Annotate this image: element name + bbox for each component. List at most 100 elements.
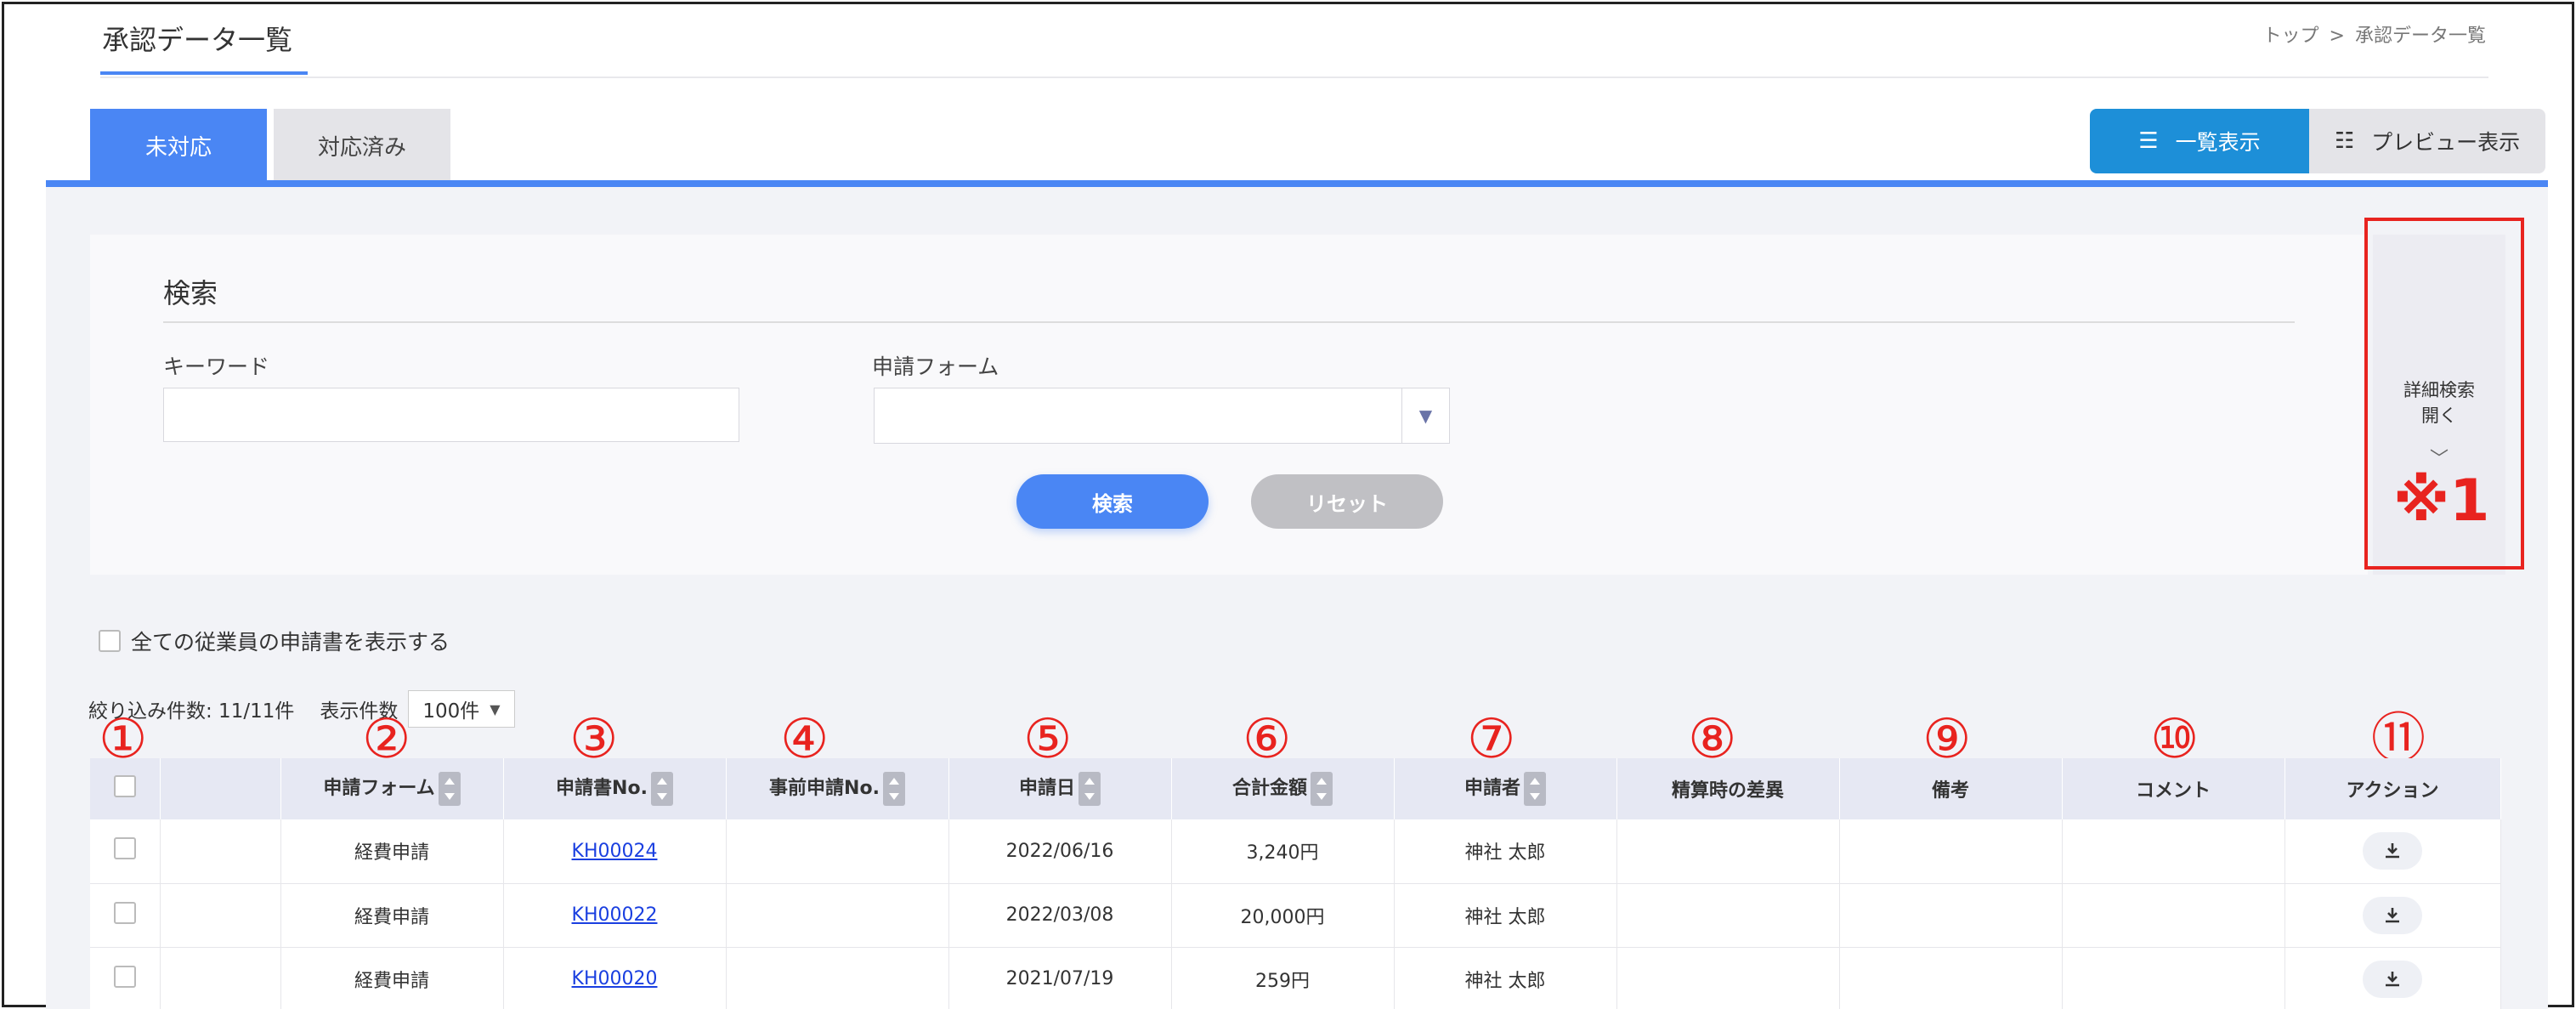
row-checkbox[interactable] bbox=[113, 965, 136, 988]
cell-comment bbox=[2062, 883, 2285, 948]
cell-action bbox=[2284, 947, 2501, 1009]
row-select-cell bbox=[90, 883, 161, 948]
header-label: 申請者 bbox=[1464, 778, 1520, 799]
download-button[interactable] bbox=[2363, 896, 2422, 934]
tab-pending[interactable]: 未対応 bbox=[90, 109, 267, 182]
cell-remarks bbox=[1839, 883, 2063, 948]
table-row: 経費申請 KH00020 2021/07/19 259円 神社 太郎 bbox=[90, 947, 2501, 1009]
sort-icon[interactable] bbox=[438, 772, 461, 806]
table-header-row: 申請フォーム 申請書No. 事前申請No. 申請日 合計金額 申請者 精算時の差… bbox=[90, 758, 2501, 819]
download-button[interactable] bbox=[2363, 832, 2422, 870]
cell-form: 経費申請 bbox=[280, 819, 504, 884]
application-link[interactable]: KH00024 bbox=[572, 841, 658, 862]
caret-down-icon: ▼ bbox=[1401, 388, 1449, 443]
sort-icon[interactable] bbox=[1524, 772, 1546, 806]
per-page-select[interactable]: 100件 ▼ bbox=[408, 690, 515, 728]
header-comment: コメント bbox=[2062, 758, 2285, 819]
row-spacer bbox=[160, 819, 281, 884]
row-checkbox[interactable] bbox=[113, 901, 136, 924]
form-label: 申請フォーム bbox=[872, 354, 999, 379]
breadcrumb: トップ > 承認データ一覧 bbox=[2258, 20, 2491, 48]
header-difference: 精算時の差異 bbox=[1616, 758, 1840, 819]
download-icon bbox=[2386, 907, 2399, 922]
sort-icon[interactable] bbox=[882, 772, 905, 806]
cell-action bbox=[2284, 819, 2501, 884]
detail-search-open-label: 開く bbox=[2421, 405, 2457, 426]
preview-view-button[interactable]: ☷ プレビュー表示 bbox=[2309, 109, 2545, 173]
breadcrumb-separator: > bbox=[2329, 26, 2345, 47]
show-all-employees[interactable]: 全ての従業員の申請書を表示する bbox=[99, 626, 450, 656]
cell-form: 経費申請 bbox=[280, 883, 504, 948]
list-view-button[interactable]: ☰ 一覧表示 bbox=[2090, 109, 2309, 173]
sort-icon[interactable] bbox=[650, 772, 673, 806]
cell-applicant: 神社 太郎 bbox=[1394, 819, 1617, 884]
search-panel: 検索 キーワード 申請フォーム ▼ 検索 リセット bbox=[90, 235, 2368, 575]
search-title: 検索 bbox=[163, 277, 218, 309]
title-underline bbox=[100, 71, 308, 75]
sort-icon[interactable] bbox=[1079, 772, 1101, 806]
row-select-cell bbox=[90, 947, 161, 1009]
list-view-label: 一覧表示 bbox=[2175, 130, 2261, 155]
list-icon: ☰ bbox=[2138, 128, 2159, 154]
per-page-value: 100件 bbox=[422, 700, 480, 723]
cell-pre-application-no bbox=[726, 947, 949, 1009]
sort-icon[interactable] bbox=[1311, 772, 1333, 806]
cell-remarks bbox=[1839, 819, 2063, 884]
caret-down-icon: ▼ bbox=[490, 700, 501, 717]
cell-remarks bbox=[1839, 947, 2063, 1009]
annotation-note: ※1 bbox=[2393, 468, 2490, 535]
detail-search-label: 詳細検索 bbox=[2403, 380, 2475, 400]
select-all-checkbox[interactable] bbox=[113, 775, 136, 797]
keyword-label: キーワード bbox=[163, 354, 270, 379]
cell-application-no: KH00020 bbox=[503, 947, 727, 1009]
download-icon bbox=[2386, 843, 2399, 859]
title-rule bbox=[100, 77, 2488, 78]
breadcrumb-top[interactable]: トップ bbox=[2263, 26, 2319, 47]
show-all-checkbox[interactable] bbox=[99, 630, 121, 652]
search-button[interactable]: 検索 bbox=[1016, 474, 1209, 529]
form-select[interactable]: ▼ bbox=[874, 388, 1450, 444]
application-link[interactable]: KH00022 bbox=[572, 904, 658, 926]
header-pre-application-no[interactable]: 事前申請No. bbox=[726, 758, 949, 819]
preview-view-label: プレビュー表示 bbox=[2371, 130, 2521, 155]
header-label: 申請フォーム bbox=[323, 778, 435, 799]
cell-comment bbox=[2062, 819, 2285, 884]
cell-action bbox=[2284, 883, 2501, 948]
row-spacer bbox=[160, 947, 281, 1009]
header-applicant[interactable]: 申請者 bbox=[1394, 758, 1617, 819]
cell-applicant: 神社 太郎 bbox=[1394, 883, 1617, 948]
cell-difference bbox=[1616, 819, 1840, 884]
cell-applicant: 神社 太郎 bbox=[1394, 947, 1617, 1009]
header-remarks: 備考 bbox=[1839, 758, 2063, 819]
cell-comment bbox=[2062, 947, 2285, 1009]
cell-amount: 259円 bbox=[1171, 947, 1395, 1009]
keyword-input[interactable] bbox=[163, 388, 739, 442]
cell-date: 2022/06/16 bbox=[948, 819, 1172, 884]
header-date[interactable]: 申請日 bbox=[948, 758, 1172, 819]
header-form[interactable]: 申請フォーム bbox=[280, 758, 504, 819]
reset-button[interactable]: リセット bbox=[1251, 474, 1443, 529]
header-application-no[interactable]: 申請書No. bbox=[503, 758, 727, 819]
application-link[interactable]: KH00020 bbox=[572, 968, 658, 989]
cell-amount: 20,000円 bbox=[1171, 883, 1395, 948]
header-action: アクション bbox=[2284, 758, 2501, 819]
header-amount[interactable]: 合計金額 bbox=[1171, 758, 1395, 819]
header-label: 合計金額 bbox=[1231, 778, 1307, 799]
header-spacer bbox=[160, 758, 281, 819]
cell-pre-application-no bbox=[726, 819, 949, 884]
header-label: 事前申請No. bbox=[769, 778, 880, 799]
cell-difference bbox=[1616, 883, 1840, 948]
row-spacer bbox=[160, 883, 281, 948]
download-button[interactable] bbox=[2363, 960, 2422, 998]
cell-application-no: KH00022 bbox=[503, 883, 727, 948]
search-divider bbox=[163, 321, 2295, 323]
row-select-cell bbox=[90, 819, 161, 884]
tab-done[interactable]: 対応済み bbox=[274, 109, 450, 182]
table-row: 経費申請 KH00024 2022/06/16 3,240円 神社 太郎 bbox=[90, 819, 2501, 884]
breadcrumb-current: 承認データ一覧 bbox=[2354, 26, 2486, 47]
cell-application-no: KH00024 bbox=[503, 819, 727, 884]
cell-date: 2022/03/08 bbox=[948, 883, 1172, 948]
row-checkbox[interactable] bbox=[113, 837, 136, 860]
preview-icon: ☷ bbox=[2334, 128, 2355, 154]
header-label: 申請書No. bbox=[556, 778, 648, 799]
